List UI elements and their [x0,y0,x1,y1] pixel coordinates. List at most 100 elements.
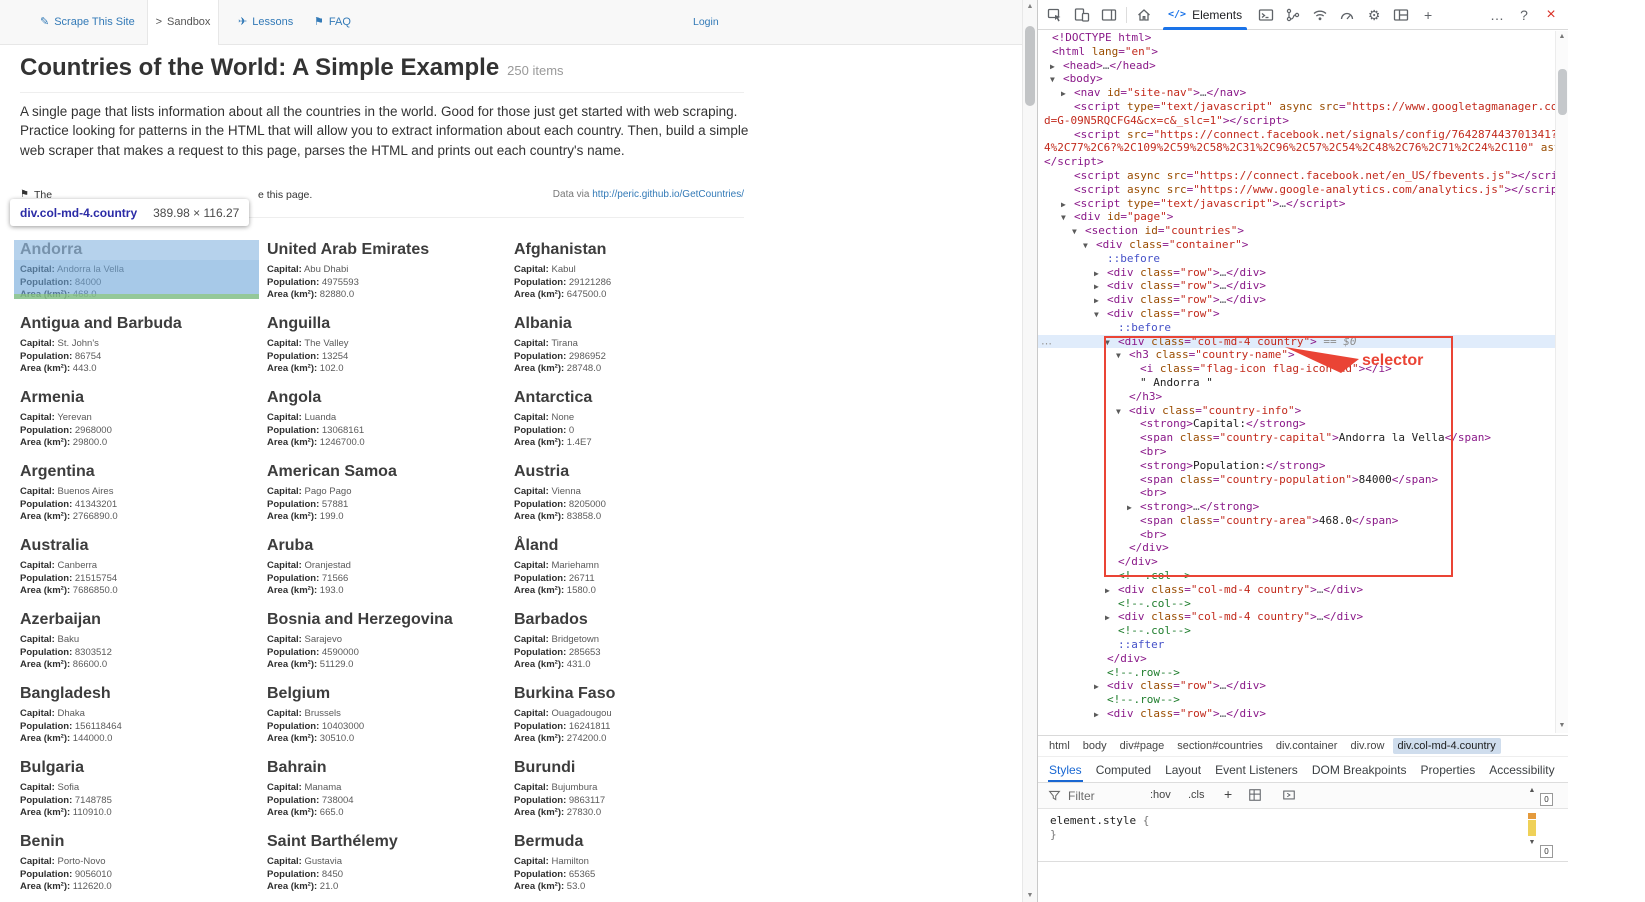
tab-properties[interactable]: Properties [1414,757,1483,782]
settings-icon[interactable]: ⚙ [1361,2,1387,28]
data-source-link[interactable]: http://peric.github.io/GetCountries/ [592,189,744,200]
tree-node[interactable]: ▶<div class="row">…</div> [1038,293,1557,307]
tree-node[interactable]: </div> [1038,652,1557,666]
panel-layout-icon[interactable] [1096,2,1122,28]
tree-node[interactable]: <script src="https://connect.facebook.ne… [1038,128,1557,142]
tab-computed[interactable]: Computed [1089,757,1158,782]
tree-node[interactable]: ▶<div class="col-md-4 country">…</div> [1038,583,1557,597]
expand-arrow-open-icon[interactable]: ▼ [1116,405,1129,419]
tree-node[interactable]: ▼<div class="container"> [1038,238,1557,252]
login-link[interactable]: Login [693,0,719,45]
expand-arrow-closed-icon[interactable]: ▶ [1050,60,1063,74]
expand-arrow-closed-icon[interactable]: ▶ [1061,87,1074,101]
tree-node[interactable]: ▼<body> [1038,72,1557,86]
tree-node[interactable]: <br> [1038,528,1557,542]
console-icon[interactable] [1253,2,1279,28]
close-devtools-icon[interactable]: × [1538,2,1564,28]
breadcrumb-item[interactable]: div.row [1345,738,1389,754]
tree-node[interactable]: <script async src="https://connect.faceb… [1038,169,1557,183]
styles-scrollbar[interactable]: ▲ 0 ▼ 0 [1526,787,1562,861]
tab-layout[interactable]: Layout [1158,757,1208,782]
expand-arrow-open-icon[interactable]: ▼ [1105,336,1118,350]
tree-node[interactable]: <!--.row--> [1038,693,1557,707]
tree-scrollbar[interactable]: ▲ ▼ [1555,31,1568,733]
tree-node[interactable]: <!--.col--> [1038,569,1557,583]
expand-arrow-closed-icon[interactable]: ▶ [1094,708,1107,722]
tree-node[interactable]: <script type="text/javascript" async src… [1038,100,1557,114]
scroll-up-icon[interactable]: ▲ [1556,33,1568,40]
tree-node[interactable]: </script> [1038,155,1557,169]
toggle-element-class[interactable]: .cls [1188,789,1205,801]
tree-node[interactable]: <!DOCTYPE html> [1038,31,1557,45]
tree-node[interactable]: <strong>Population:</strong> [1038,459,1557,473]
breadcrumb-item[interactable]: html [1044,738,1075,754]
nav-brand[interactable]: ✎Scrape This Site [40,0,135,45]
performance-icon[interactable] [1334,2,1360,28]
breadcrumb-item[interactable]: body [1078,738,1112,754]
expand-arrow-open-icon[interactable]: ▼ [1116,349,1129,363]
expand-arrow-closed-icon[interactable]: ▶ [1094,267,1107,281]
expand-arrow-open-icon[interactable]: ▼ [1061,211,1074,225]
expand-arrow-closed-icon[interactable]: ▶ [1094,680,1107,694]
home-tab-icon[interactable] [1131,2,1157,28]
grid-overlay-icon[interactable] [1248,788,1262,802]
tree-node[interactable]: 4%2C77%2C6?%2C109%2C59%2C58%2C31%2C96%2C… [1038,141,1557,155]
nav-item-faq[interactable]: ⚑FAQ [314,0,351,45]
nav-item-sandbox[interactable]: >Sandbox [147,0,219,45]
tree-node[interactable]: <html lang="en"> [1038,45,1557,59]
computed-styles-sidebar-icon[interactable] [1282,788,1296,802]
tree-node[interactable]: d=G-09N5RQCFG4&cx=c&_slc=1"></script> [1038,114,1557,128]
tree-node[interactable]: ▼<div class="row"> [1038,307,1557,321]
tree-node[interactable]: </div> [1038,555,1557,569]
add-tab-icon[interactable]: + [1415,2,1441,28]
sources-icon[interactable] [1280,2,1306,28]
tree-node[interactable]: ▶<div class="row">…</div> [1038,679,1557,693]
tree-node[interactable]: <span class="country-population">84000</… [1038,473,1557,487]
scroll-down-icon[interactable]: ▼ [1023,892,1037,899]
nav-item-lessons[interactable]: ✈Lessons [238,0,293,45]
tree-node[interactable]: ::after [1038,638,1557,652]
help-icon[interactable]: ? [1511,2,1537,28]
breadcrumb-item[interactable]: div.col-md-4.country [1393,738,1501,754]
node-more-actions-icon[interactable]: ⋯ [1041,337,1053,350]
tree-node[interactable]: ▼<div id="page"> [1038,210,1557,224]
tree-node[interactable]: ▶<div class="row">…</div> [1038,279,1557,293]
tree-node[interactable]: <!--.row--> [1038,666,1557,680]
tree-node[interactable]: <script async src="https://www.google-an… [1038,183,1557,197]
tree-node[interactable]: ▶<div class="col-md-4 country">…</div> [1038,610,1557,624]
new-style-rule-button[interactable]: + [1224,786,1232,802]
expand-arrow-closed-icon[interactable]: ▶ [1094,280,1107,294]
scroll-down-icon[interactable]: ▼ [1556,722,1568,729]
tree-node[interactable]: <span class="country-capital">Andorra la… [1038,431,1557,445]
tree-node[interactable]: ▶<head>…</head> [1038,59,1557,73]
element-style-rule[interactable]: element.style { [1050,814,1568,828]
device-toolbar-icon[interactable] [1069,2,1095,28]
tree-node[interactable]: ::before [1038,252,1557,266]
toggle-hover-state[interactable]: :hov [1150,789,1171,801]
tab-dom-breakpoints[interactable]: DOM Breakpoints [1305,757,1414,782]
breadcrumb-item[interactable]: div.container [1271,738,1343,754]
page-scrollbar[interactable]: ▲ ▼ [1022,0,1037,902]
tree-node[interactable]: ▶<script type="text/javascript">…</scrip… [1038,197,1557,211]
tree-node[interactable]: </div> [1038,541,1557,555]
tree-node[interactable]: <br> [1038,445,1557,459]
layout-panels-icon[interactable] [1388,2,1414,28]
tree-node[interactable]: <span class="country-area">468.0</span> [1038,514,1557,528]
tree-node[interactable]: ▼<section id="countries"> [1038,224,1557,238]
expand-arrow-open-icon[interactable]: ▼ [1050,73,1063,87]
tree-node[interactable]: " Andorra " [1038,376,1557,390]
tree-node[interactable]: </h3> [1038,390,1557,404]
network-icon[interactable] [1307,2,1333,28]
expand-arrow-closed-icon[interactable]: ▶ [1061,198,1074,212]
tree-node[interactable]: <!--.col--> [1038,597,1557,611]
tree-node[interactable]: ▶<nav id="site-nav">…</nav> [1038,86,1557,100]
breadcrumb-item[interactable]: section#countries [1172,738,1268,754]
tab-elements[interactable]: </> Elements [1158,0,1252,30]
scrollbar-thumb[interactable] [1025,26,1035,106]
more-options-icon[interactable]: … [1484,2,1510,28]
scrollbar-thumb[interactable] [1558,69,1567,115]
tab-accessibility[interactable]: Accessibility [1482,757,1561,782]
expand-arrow-open-icon[interactable]: ▼ [1094,308,1107,322]
tab-styles[interactable]: Styles [1042,757,1089,782]
scroll-up-icon[interactable]: ▲ [1526,787,1538,794]
